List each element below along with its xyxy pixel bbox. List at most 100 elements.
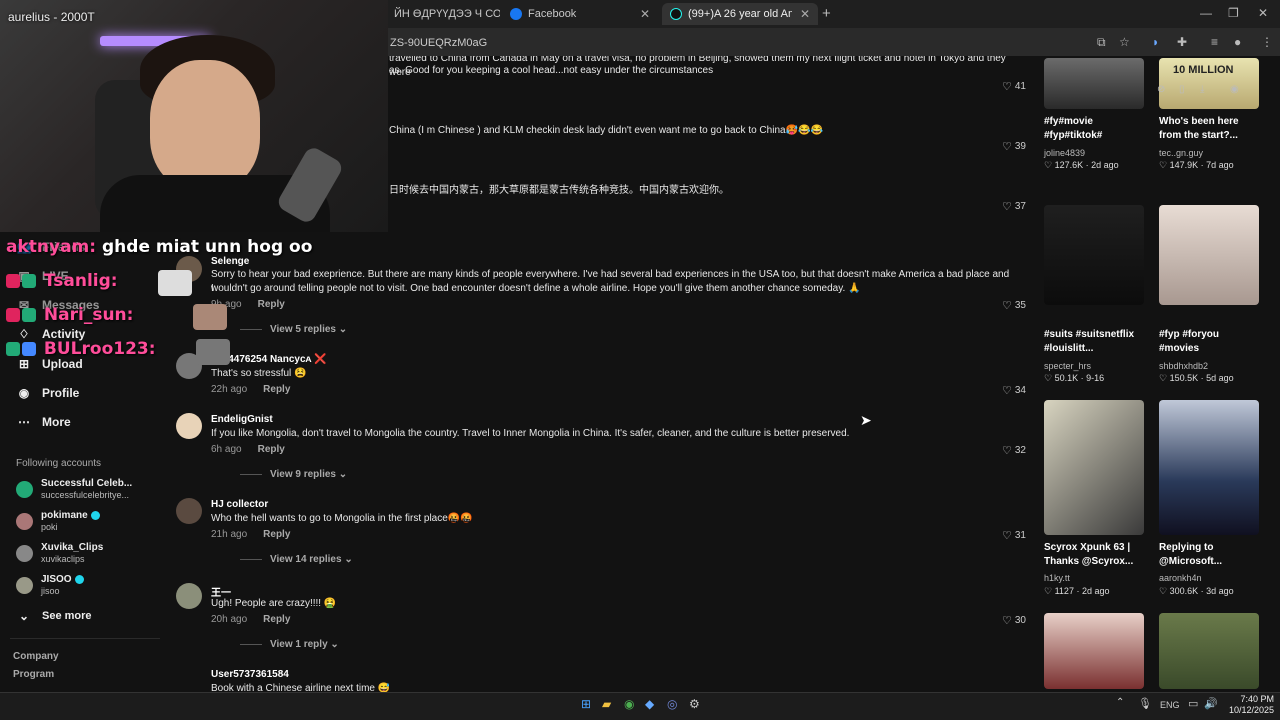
following-account[interactable]: pokimane poki — [16, 510, 100, 533]
video-title[interactable]: #fy#movie #fyp#tiktok# — [1044, 115, 1144, 143]
like-button[interactable]: ♡ 41 — [1002, 80, 1026, 93]
menu-icon[interactable]: ⋮ — [1261, 35, 1273, 49]
discord-icon[interactable]: ◎ — [667, 697, 677, 711]
like-button[interactable]: ♡ 37 — [1002, 200, 1026, 213]
sidebar-item-upload[interactable]: ⊞ Upload — [16, 357, 83, 371]
maximize-button[interactable]: ❐ — [1228, 6, 1239, 20]
extension-icon[interactable]: ◗ — [1152, 35, 1159, 49]
comment-username[interactable]: EndeligGnist — [211, 414, 273, 425]
volume-icon[interactable]: 🔊 — [1204, 697, 1218, 710]
like-count: 32 — [1014, 445, 1026, 456]
like-button[interactable]: ♡ 32 — [1002, 444, 1026, 457]
puzzle-icon[interactable]: ✚ — [1177, 35, 1187, 49]
video-thumbnail[interactable] — [1159, 400, 1259, 535]
like-button[interactable]: ♡ 35 — [1002, 299, 1026, 312]
comment-text: China (I m Chinese ) and KLM checkin des… — [389, 125, 823, 136]
video-thumbnail[interactable] — [1044, 205, 1144, 305]
reply-button[interactable]: Reply — [258, 444, 285, 455]
start-icon[interactable]: ⊞ — [581, 697, 591, 711]
view-replies-button[interactable]: View 1 reply ⌄ — [240, 639, 339, 650]
see-more-label: See more — [42, 610, 92, 622]
steam-icon[interactable]: ◆ — [645, 697, 654, 711]
chat-username: aktnyam: — [6, 237, 97, 257]
file-explorer-icon[interactable]: ▰ — [602, 697, 611, 711]
like-button[interactable]: ♡ 39 — [1002, 140, 1026, 153]
microphone-icon[interactable]: 🎙 — [1138, 697, 1152, 710]
like-count: 39 — [1014, 141, 1026, 152]
reply-button[interactable]: Reply — [258, 299, 285, 310]
avatar[interactable] — [176, 413, 202, 439]
video-author[interactable]: h1ky.tt — [1044, 573, 1070, 583]
phone-icon[interactable]: ▯ — [1179, 84, 1185, 95]
video-thumbnail[interactable]: 10 MILLION — [1159, 58, 1259, 109]
sidebar-item-profile[interactable]: ◉ Profile — [16, 386, 80, 400]
video-thumbnail[interactable] — [1044, 58, 1144, 109]
following-account[interactable]: Xuvika_Clips xuvikaclips — [16, 542, 103, 565]
minimize-button[interactable]: — — [1200, 6, 1212, 20]
video-author[interactable]: specter_hrs — [1044, 361, 1091, 371]
like-count: 37 — [1014, 201, 1026, 212]
view-replies-button[interactable]: View 5 replies ⌄ — [240, 324, 347, 335]
video-title[interactable]: #suits #suitsnetflix #louislitt... — [1044, 328, 1144, 356]
comment-username[interactable]: HJ collector — [211, 499, 268, 510]
video-author[interactable]: aaronkh4n — [1159, 573, 1202, 583]
reply-button[interactable]: Reply — [263, 529, 290, 540]
comment-time: 22h ago — [211, 384, 248, 395]
close-window-button[interactable]: ✕ — [1258, 6, 1268, 20]
close-icon[interactable]: ✕ — [632, 7, 650, 21]
reading-list-icon[interactable]: ≡ — [1211, 35, 1218, 49]
following-account[interactable]: Successful Celeb... successfulcelebritye.… — [16, 478, 132, 501]
comment-username[interactable]: Selenge — [211, 256, 249, 267]
chat-message: aktnyam: ghde miat unn hog oo — [6, 237, 312, 257]
language-indicator[interactable]: ENG — [1160, 700, 1180, 710]
download-icon[interactable]: ⤓ — [1200, 84, 1204, 95]
like-button[interactable]: ♡ 31 — [1002, 529, 1026, 542]
install-icon[interactable]: ⧉ — [1097, 35, 1106, 50]
like-button[interactable]: ♡ 34 — [1002, 384, 1026, 397]
profile-avatar-icon[interactable]: ● — [1234, 35, 1241, 49]
comment-username[interactable]: User5737361584 — [211, 669, 289, 680]
sidebar-item-label: Profile — [42, 386, 80, 400]
reply-button[interactable]: Reply — [263, 384, 290, 395]
avatar[interactable] — [176, 583, 202, 609]
video-thumbnail[interactable] — [1159, 613, 1259, 689]
tab-mongolian[interactable]: ЙН ӨДРҮҮДЭЭ Ч СОЛИ ✕ — [386, 3, 500, 25]
video-thumbnail[interactable] — [1044, 613, 1144, 689]
chrome-icon[interactable]: ◉ — [624, 697, 634, 711]
new-tab-button[interactable]: + — [822, 5, 831, 22]
heart-icon: ♡ — [1044, 160, 1053, 170]
footer-link-program[interactable]: Program — [13, 669, 54, 680]
like-button[interactable]: ♡ 30 — [1002, 614, 1026, 627]
tab-tiktok[interactable]: (99+)A 26 year old American tr ✕ — [662, 3, 818, 25]
url-field[interactable]: ZS-90UEQRzM0aG — [390, 37, 487, 49]
view-replies-button[interactable]: View 9 replies ⌄ — [240, 469, 347, 480]
footer-link-company[interactable]: Company — [13, 651, 59, 662]
video-title[interactable]: Scyrox Xpunk 63 | Thanks @Scyrox... — [1044, 541, 1144, 569]
video-thumbnail[interactable] — [1159, 205, 1259, 305]
video-author[interactable]: tec..gn.guy — [1159, 148, 1203, 158]
avatar-icon[interactable]: ◉ — [1230, 84, 1239, 95]
settings-icon[interactable]: ⚙ — [689, 697, 700, 711]
video-stats: ♡ 50.1K · 9-16 — [1044, 373, 1104, 384]
avatar[interactable] — [176, 498, 202, 524]
system-clock[interactable]: 7:40 PM 10/12/2025 — [1224, 694, 1274, 716]
bookmark-star-icon[interactable]: ☆ — [1119, 35, 1130, 49]
view-replies-button[interactable]: View 14 replies ⌄ — [240, 554, 353, 565]
see-more-button[interactable]: ⌄ See more — [16, 609, 92, 623]
video-thumbnail[interactable] — [1044, 400, 1144, 535]
tier-badge-icon — [22, 274, 36, 288]
video-title[interactable]: Who's been here from the start?... — [1159, 115, 1259, 143]
tab-facebook[interactable]: Facebook ✕ — [502, 3, 658, 25]
chevron-up-icon[interactable]: ⌃ — [1116, 697, 1124, 708]
video-author[interactable]: joline4839 — [1044, 148, 1085, 158]
following-account[interactable]: JISOO jisoo — [16, 574, 84, 597]
close-icon[interactable]: ✕ — [792, 7, 810, 21]
network-icon[interactable]: ▭ — [1188, 697, 1198, 710]
comment-time: 6h ago — [211, 444, 242, 455]
link-icon[interactable]: ⊘ — [1157, 84, 1165, 95]
video-title[interactable]: Replying to @Microsoft... — [1159, 541, 1259, 569]
video-title[interactable]: #fyp #foryou #movies — [1159, 328, 1259, 356]
sidebar-item-more[interactable]: ⋯ More — [16, 415, 71, 429]
video-author[interactable]: shbdhxhdb2 — [1159, 361, 1208, 371]
reply-button[interactable]: Reply — [263, 614, 290, 625]
